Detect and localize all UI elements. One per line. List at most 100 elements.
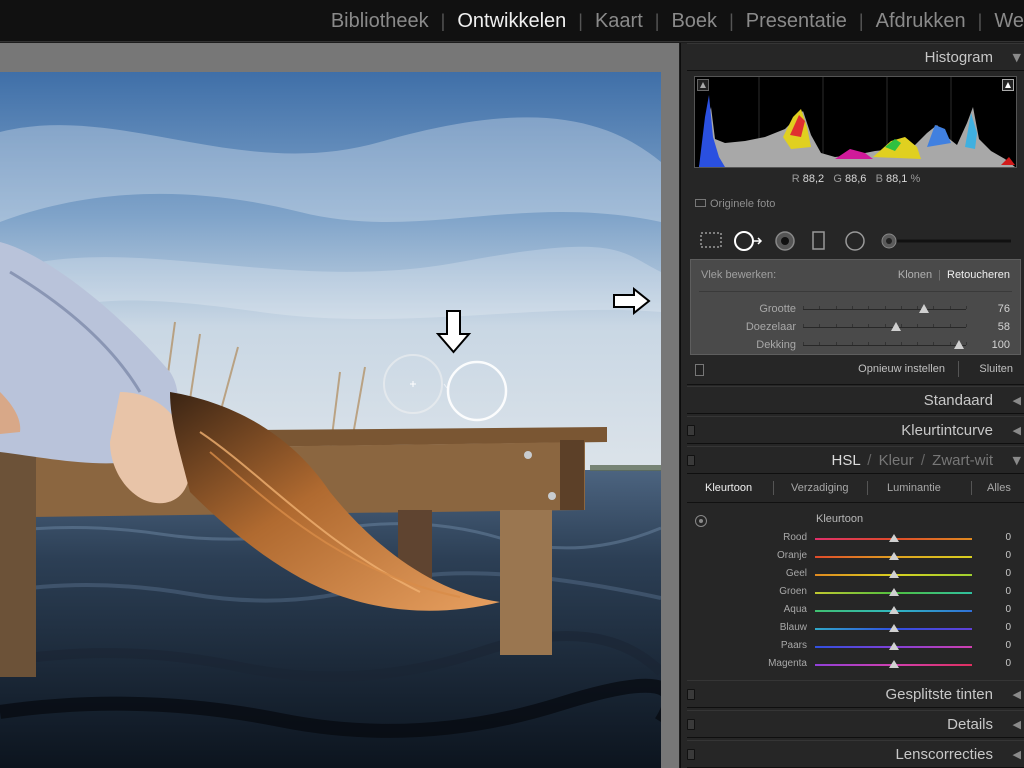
module-web[interactable]: We — [982, 10, 1024, 33]
hue-slider-thumb[interactable] — [888, 606, 899, 614]
panel-switch-icon[interactable] — [687, 425, 695, 436]
hue-slider-thumb[interactable] — [888, 660, 899, 668]
hue-value[interactable]: 0 — [1005, 658, 1011, 669]
hue-slider-track[interactable] — [815, 624, 972, 632]
hsl-panel-header[interactable]: HSL / Kleur / Zwart-wit ▼ — [687, 446, 1024, 474]
module-print[interactable]: Afdrukken — [864, 10, 978, 33]
bw-mode-link[interactable]: Zwart-wit — [932, 452, 993, 469]
hue-slider-track[interactable] — [815, 606, 972, 614]
adjustment-brush-slider[interactable] — [877, 230, 1015, 252]
slider-thumb[interactable] — [890, 322, 901, 331]
original-photo-toggle[interactable]: Originele foto — [695, 198, 775, 210]
histogram-graph[interactable] — [694, 76, 1017, 168]
panel-switch-icon[interactable] — [687, 749, 695, 760]
histogram-header[interactable]: Histogram ▼ — [687, 43, 1024, 71]
hue-section-title: Kleurtoon — [816, 513, 864, 525]
lightroom-window: Bibliotheek | Ontwikkelen | Kaart | Boek… — [0, 0, 1024, 768]
tone-curve-panel-header[interactable]: Kleurtintcurve ◀ — [687, 416, 1024, 444]
hue-value[interactable]: 0 — [1005, 622, 1011, 633]
slider-value[interactable]: 76 — [998, 303, 1010, 315]
tab-all[interactable]: Alles — [987, 482, 1011, 494]
module-map[interactable]: Kaart — [583, 10, 655, 33]
hue-slider-thumb[interactable] — [888, 570, 899, 578]
expand-triangle-icon[interactable]: ◀ — [1013, 718, 1021, 731]
hue-slider-track[interactable] — [815, 642, 972, 650]
red-eye-icon[interactable] — [773, 230, 797, 252]
slider-tick — [949, 306, 951, 309]
panel-switch-icon[interactable] — [687, 455, 695, 466]
tab-separator — [773, 481, 774, 495]
spot-removal-icon[interactable] — [733, 230, 765, 252]
hue-label: Rood — [783, 532, 807, 543]
photo[interactable] — [0, 72, 661, 768]
lens-corrections-panel-header[interactable]: Lenscorrecties ◀ — [687, 740, 1024, 768]
hue-slider-track[interactable] — [815, 552, 972, 560]
hue-slider-track[interactable] — [815, 570, 972, 578]
panel-switch-icon[interactable] — [695, 364, 704, 376]
reset-button[interactable]: Opnieuw instellen — [858, 363, 945, 375]
g-label: G — [833, 173, 842, 185]
slider-tick — [803, 306, 804, 309]
graduated-filter-icon[interactable] — [811, 230, 827, 252]
slider-track[interactable] — [803, 340, 967, 349]
hue-value[interactable]: 0 — [1005, 568, 1011, 579]
image-canvas[interactable] — [0, 43, 679, 768]
tab-saturation[interactable]: Verzadiging — [791, 482, 849, 494]
hue-value[interactable]: 0 — [1005, 640, 1011, 651]
highlight-clipping-toggle[interactable] — [1002, 79, 1014, 91]
module-slideshow[interactable]: Presentatie — [734, 10, 859, 33]
module-develop[interactable]: Ontwikkelen — [445, 10, 578, 33]
collapse-triangle-icon[interactable]: ▼ — [1013, 51, 1021, 64]
hue-slider-thumb[interactable] — [888, 552, 899, 560]
tab-luminance[interactable]: Luminantie — [887, 482, 941, 494]
hue-value[interactable]: 0 — [1005, 532, 1011, 543]
slider-track[interactable] — [803, 304, 967, 313]
details-panel-header[interactable]: Details ◀ — [687, 710, 1024, 738]
hsl-mode-link[interactable]: HSL — [831, 452, 860, 469]
expand-triangle-icon[interactable]: ◀ — [1013, 688, 1021, 701]
mode-separator: / — [867, 452, 872, 469]
module-library[interactable]: Bibliotheek — [319, 10, 441, 33]
hue-row: Rood 0 — [687, 531, 1024, 547]
slider-tick — [917, 342, 919, 345]
checkbox-icon[interactable] — [695, 199, 706, 207]
panel-switch-icon[interactable] — [687, 689, 695, 700]
collapse-triangle-icon[interactable]: ▼ — [1013, 454, 1021, 467]
hue-value[interactable]: 0 — [1005, 604, 1011, 615]
hue-slider-track[interactable] — [815, 660, 972, 668]
hue-slider-track[interactable] — [815, 588, 972, 596]
tab-hue[interactable]: Kleurtoon — [705, 482, 752, 494]
slider-value[interactable]: 58 — [998, 321, 1010, 333]
slider-track[interactable] — [803, 322, 967, 331]
hue-value[interactable]: 0 — [1005, 586, 1011, 597]
clone-mode-button[interactable]: Klonen — [898, 269, 932, 281]
module-picker: Bibliotheek | Ontwikkelen | Kaart | Boek… — [0, 0, 1024, 42]
expand-triangle-icon[interactable]: ◀ — [1013, 424, 1021, 437]
slider-thumb[interactable] — [954, 340, 965, 349]
hue-slider-track[interactable] — [815, 534, 972, 542]
heal-mode-button[interactable]: Retoucheren — [947, 269, 1010, 281]
clipping-triangle-icon — [700, 82, 706, 88]
hue-value[interactable]: 0 — [1005, 550, 1011, 561]
module-book[interactable]: Boek — [659, 10, 729, 33]
close-button[interactable]: Sluiten — [979, 363, 1013, 375]
slider-tick — [868, 306, 870, 309]
slider-value[interactable]: 100 — [992, 339, 1010, 351]
expand-triangle-icon[interactable]: ◀ — [1013, 748, 1021, 761]
radial-filter-icon[interactable] — [843, 230, 867, 252]
target-adjustment-icon[interactable] — [695, 515, 707, 527]
hue-label: Oranje — [776, 550, 807, 561]
shadow-clipping-toggle[interactable] — [697, 79, 709, 91]
hue-slider-thumb[interactable] — [888, 624, 899, 632]
details-panel-title: Details — [947, 716, 993, 733]
hue-slider-thumb[interactable] — [888, 588, 899, 596]
color-mode-link[interactable]: Kleur — [879, 452, 914, 469]
crop-overlay-icon[interactable] — [699, 230, 723, 250]
expand-triangle-icon[interactable]: ◀ — [1013, 394, 1021, 407]
panel-switch-icon[interactable] — [687, 719, 695, 730]
hue-slider-thumb[interactable] — [888, 534, 899, 542]
slider-thumb[interactable] — [918, 304, 929, 313]
basic-panel-header[interactable]: Standaard ◀ — [687, 386, 1024, 414]
split-toning-panel-header[interactable]: Gesplitste tinten ◀ — [687, 680, 1024, 708]
hue-slider-thumb[interactable] — [888, 642, 899, 650]
